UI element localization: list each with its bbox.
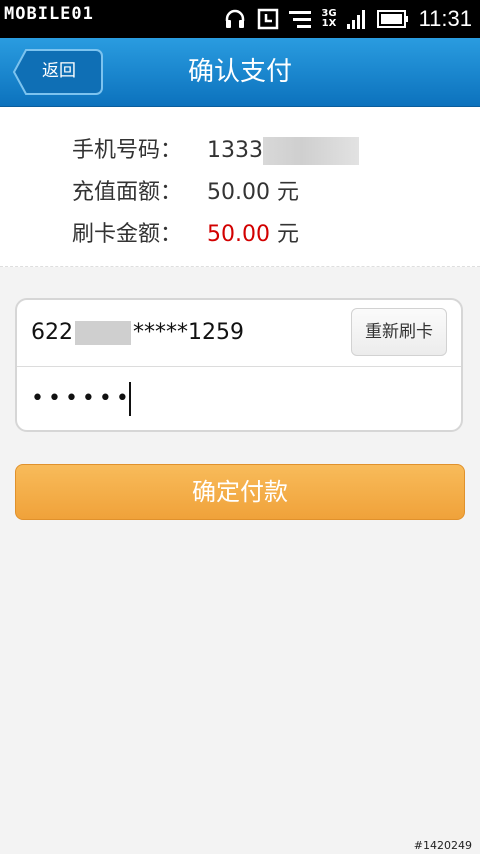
swipe-label: 刷卡金额： — [72, 222, 183, 247]
phone-value: 1333 — [207, 138, 263, 163]
recharge-value: 50.00 元 — [207, 180, 299, 205]
clock-icon — [257, 8, 279, 30]
card-number-prefix: 622 — [31, 320, 73, 345]
phone-label: 手机号码： — [72, 138, 183, 163]
swipe-unit: 元 — [269, 222, 299, 247]
mobile01-logo: MOBILE01 — [4, 4, 94, 24]
clock-time: 11:31 — [418, 6, 472, 31]
text-cursor — [129, 382, 131, 416]
status-bar: MOBILE01 3G 1X 11:31 — [0, 0, 480, 38]
battery-icon — [376, 10, 409, 28]
reswipe-button[interactable]: 重新刷卡 — [351, 308, 447, 356]
signal-icon — [346, 8, 367, 30]
back-label: 返回 — [42, 61, 76, 81]
payment-info: 手机号码： 1333 充值面额： 50.00 元 刷卡金额： 50.00 元 — [0, 107, 480, 267]
card-panel: 622 *****1259 重新刷卡 •••••• — [15, 298, 463, 432]
swipe-amount: 50.00 — [207, 222, 270, 247]
card-number-redaction — [75, 321, 131, 345]
back-button[interactable]: 返回 — [12, 48, 103, 95]
password-field[interactable]: •••••• — [31, 366, 133, 432]
phone-redaction — [263, 137, 359, 165]
menu-lines-icon — [289, 9, 312, 29]
password-row: •••••• — [17, 366, 461, 432]
card-number-suffix: *****1259 — [133, 320, 244, 345]
recharge-row: 充值面额： 50.00 元 — [72, 173, 299, 213]
watermark: #1420249 — [413, 839, 472, 852]
card-number-row: 622 *****1259 重新刷卡 — [17, 300, 461, 367]
title-bar: 返回 确认支付 — [0, 38, 480, 107]
phone-row: 手机号码： 1333 — [72, 131, 359, 171]
recharge-label: 充值面额： — [72, 180, 183, 205]
swipe-amount-row: 刷卡金额： 50.00 元 — [72, 215, 299, 255]
confirm-payment-button[interactable]: 确定付款 — [15, 464, 465, 520]
card-number-field[interactable]: 622 *****1259 — [31, 300, 244, 366]
network-type-label: 3G 1X — [321, 8, 337, 29]
headset-icon — [223, 7, 247, 31]
